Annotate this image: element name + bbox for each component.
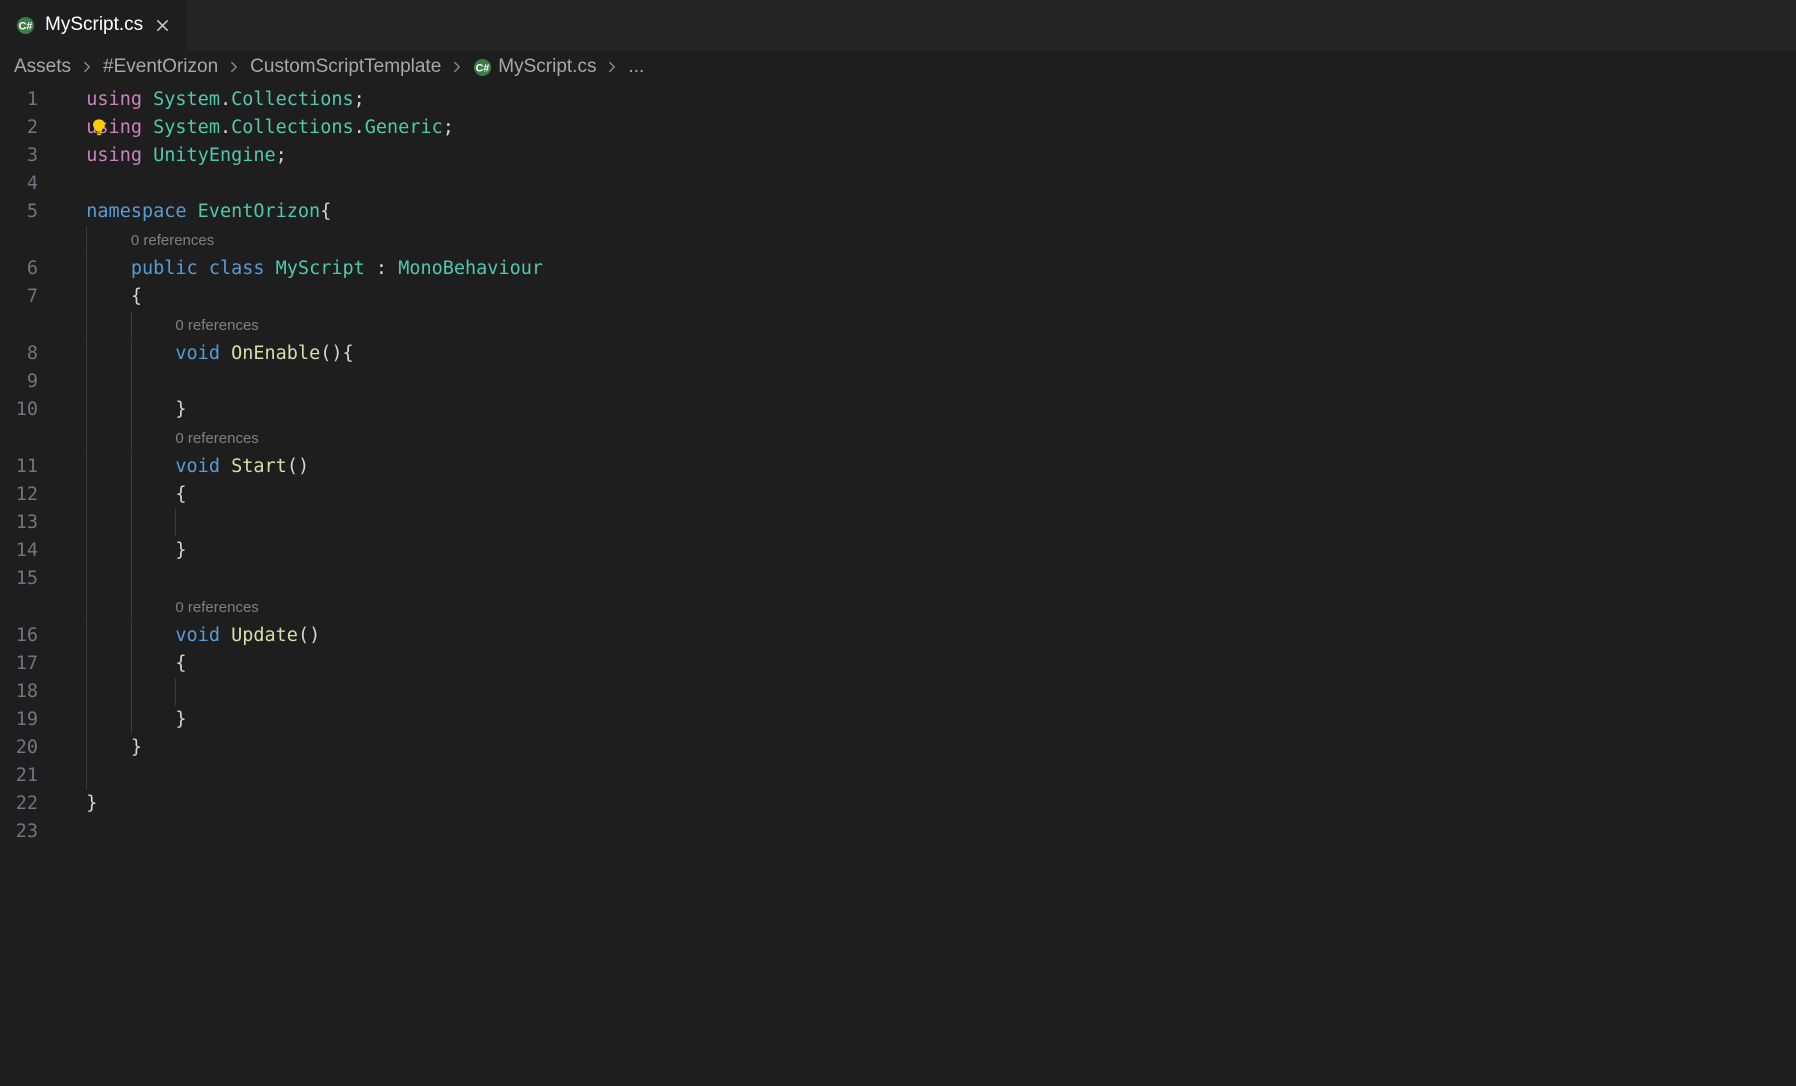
line-number: 3 (0, 142, 64, 170)
code-editor[interactable]: 1 using System.Collections; 2 using Syst… (0, 84, 1796, 846)
code-line[interactable]: 1 using System.Collections; (0, 86, 1796, 114)
codelens-row[interactable]: 0 references (0, 424, 1796, 453)
breadcrumb-seg-assets[interactable]: Assets (14, 56, 71, 78)
chevron-right-icon (228, 61, 240, 73)
code-line[interactable]: 14 } (0, 537, 1796, 565)
codelens-references[interactable]: 0 references (175, 430, 258, 447)
line-number: 12 (0, 481, 64, 509)
csharp-file-icon: C# (16, 16, 35, 35)
code-line[interactable]: 16 void Update() (0, 622, 1796, 650)
line-number: 9 (0, 368, 64, 396)
line-number: 8 (0, 340, 64, 368)
code-line[interactable]: 4 (0, 170, 1796, 198)
code-line[interactable]: 19 } (0, 706, 1796, 734)
line-number: 22 (0, 790, 64, 818)
line-number: 6 (0, 255, 64, 283)
line-number: 10 (0, 396, 64, 424)
line-number: 7 (0, 283, 64, 311)
code-line[interactable]: 20 } (0, 734, 1796, 762)
codelens-references[interactable]: 0 references (175, 317, 258, 334)
code-line[interactable]: 15 (0, 565, 1796, 593)
line-number: 20 (0, 734, 64, 762)
code-line[interactable]: 10 } (0, 396, 1796, 424)
csharp-file-icon: C# (473, 58, 492, 77)
close-icon[interactable] (153, 16, 171, 34)
tab-label: MyScript.cs (45, 14, 143, 36)
breadcrumb-seg-more[interactable]: ... (628, 56, 644, 78)
breadcrumb-seg-project[interactable]: #EventOrizon (103, 56, 218, 78)
line-number: 15 (0, 565, 64, 593)
code-line[interactable]: 23 (0, 818, 1796, 846)
code-line[interactable]: 12 { (0, 481, 1796, 509)
svg-text:C#: C# (476, 62, 490, 74)
line-number: 11 (0, 453, 64, 481)
codelens-references[interactable]: 0 references (131, 232, 214, 249)
code-line[interactable]: 13 (0, 509, 1796, 537)
code-line[interactable]: 2 using System.Collections.Generic; (0, 114, 1796, 142)
code-line[interactable]: 22 } (0, 790, 1796, 818)
codelens-row[interactable]: 0 references (0, 311, 1796, 340)
line-number: 23 (0, 818, 64, 846)
line-number: 16 (0, 622, 64, 650)
codelens-row[interactable]: 0 references (0, 593, 1796, 622)
line-number: 14 (0, 537, 64, 565)
codelens-row[interactable]: 0 references (0, 226, 1796, 255)
breadcrumb: Assets #EventOrizon CustomScriptTemplate… (0, 50, 1796, 84)
code-line[interactable]: 7 { (0, 283, 1796, 311)
code-line[interactable]: 8 void OnEnable(){ (0, 340, 1796, 368)
code-line[interactable]: 3 using UnityEngine; (0, 142, 1796, 170)
svg-text:C#: C# (19, 20, 33, 32)
line-number: 4 (0, 170, 64, 198)
code-line[interactable]: 21 (0, 762, 1796, 790)
code-line[interactable]: 5 namespace EventOrizon{ (0, 198, 1796, 226)
line-number: 5 (0, 198, 64, 226)
chevron-right-icon (81, 61, 93, 73)
line-number: 2 (0, 114, 64, 142)
code-line[interactable]: 11 void Start() (0, 453, 1796, 481)
code-line[interactable]: 6 public class MyScript : MonoBehaviour (0, 255, 1796, 283)
chevron-right-icon (451, 61, 463, 73)
tab-bar: C# MyScript.cs (0, 0, 1796, 50)
line-number: 18 (0, 678, 64, 706)
code-line[interactable]: 9 (0, 368, 1796, 396)
line-number: 17 (0, 650, 64, 678)
line-number: 19 (0, 706, 64, 734)
breadcrumb-seg-file[interactable]: C# MyScript.cs (473, 56, 596, 78)
line-number: 13 (0, 509, 64, 537)
code-line[interactable]: 17 { (0, 650, 1796, 678)
codelens-references[interactable]: 0 references (175, 599, 258, 616)
breadcrumb-seg-folder[interactable]: CustomScriptTemplate (250, 56, 441, 78)
code-line[interactable]: 18 (0, 678, 1796, 706)
line-number: 1 (0, 86, 64, 114)
tab-myscript[interactable]: C# MyScript.cs (0, 0, 188, 50)
chevron-right-icon (606, 61, 618, 73)
line-number: 21 (0, 762, 64, 790)
lightbulb-icon[interactable] (90, 118, 108, 136)
